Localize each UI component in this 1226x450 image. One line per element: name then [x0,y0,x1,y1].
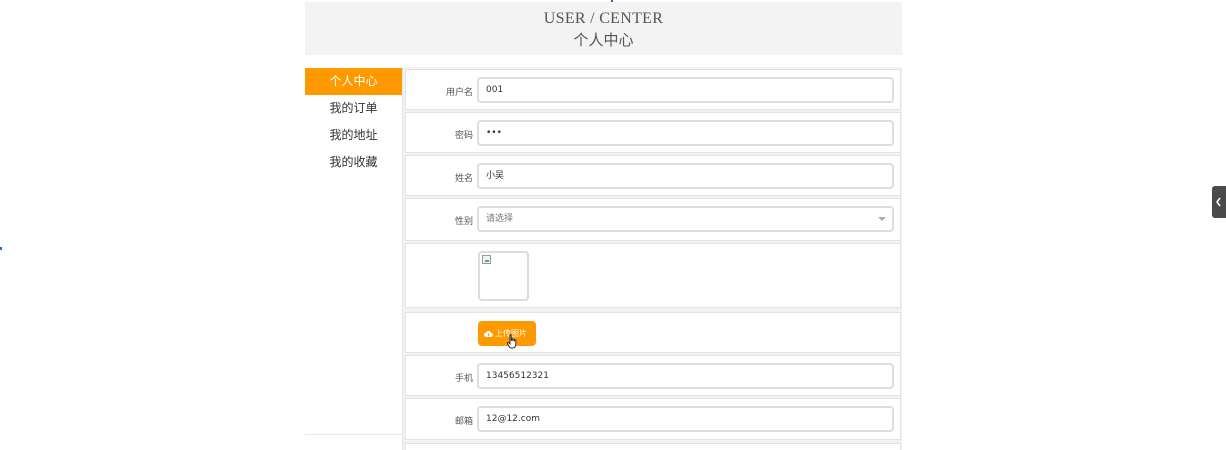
gender-select-placeholder: 请选择 [486,214,514,224]
avatar-image [478,251,529,301]
side-panel-toggle[interactable] [1212,186,1226,218]
form-row-name: 姓名 小吴 [405,155,901,196]
form-row-avatar [405,243,901,308]
gender-select[interactable]: 请选择 [477,206,894,232]
password-input[interactable]: ••• [477,120,894,146]
sidebar-menu: 个人中心 我的订单 我的地址 我的收藏 [305,68,402,435]
broken-image-icon [482,255,491,264]
sidebar-item-my-address[interactable]: 我的地址 [305,122,402,149]
phone-label: 手机 [454,374,473,384]
form-row-username: 用户名 001 [405,69,901,110]
page-title-en: USER / CENTER [543,10,664,27]
chevron-down-icon [878,217,886,221]
name-label: 姓名 [454,174,473,184]
password-label: 密码 [454,131,473,141]
chevron-left-icon [1216,197,1221,207]
form-row-email: 邮箱 12@12.com [405,398,901,440]
cloud-upload-icon [484,331,493,337]
sidebar-item-user-center[interactable]: 个人中心 [305,68,402,95]
page-marker-left [0,247,2,250]
form-row-next [405,443,901,450]
form-row-gender: 性别 请选择 [405,198,901,241]
page-header: USER / CENTER 个人中心 [305,2,902,55]
profile-form: 用户名 001 密码 ••• 姓名 小吴 性别 请选择 上传图片 手机 1345… [402,67,902,450]
form-row-phone: 手机 13456512321 [405,355,901,396]
page-title-cn: 个人中心 [573,31,634,49]
user-center-page: USER / CENTER 个人中心 个人中心 我的订单 我的地址 我的收藏 用… [0,0,1226,450]
username-label: 用户名 [445,88,473,98]
phone-input[interactable]: 13456512321 [477,363,894,389]
email-label: 邮箱 [454,417,473,427]
sidebar-item-my-orders[interactable]: 我的订单 [305,95,402,122]
form-row-upload: 上传图片 [405,312,901,353]
username-input[interactable]: 001 [477,77,894,103]
email-input[interactable]: 12@12.com [477,406,894,432]
sidebar-item-my-favorites[interactable]: 我的收藏 [305,149,402,176]
form-row-password: 密码 ••• [405,112,901,153]
hand-pointer-cursor-icon [507,334,517,349]
name-input[interactable]: 小吴 [477,163,894,189]
gender-label: 性别 [454,217,473,227]
